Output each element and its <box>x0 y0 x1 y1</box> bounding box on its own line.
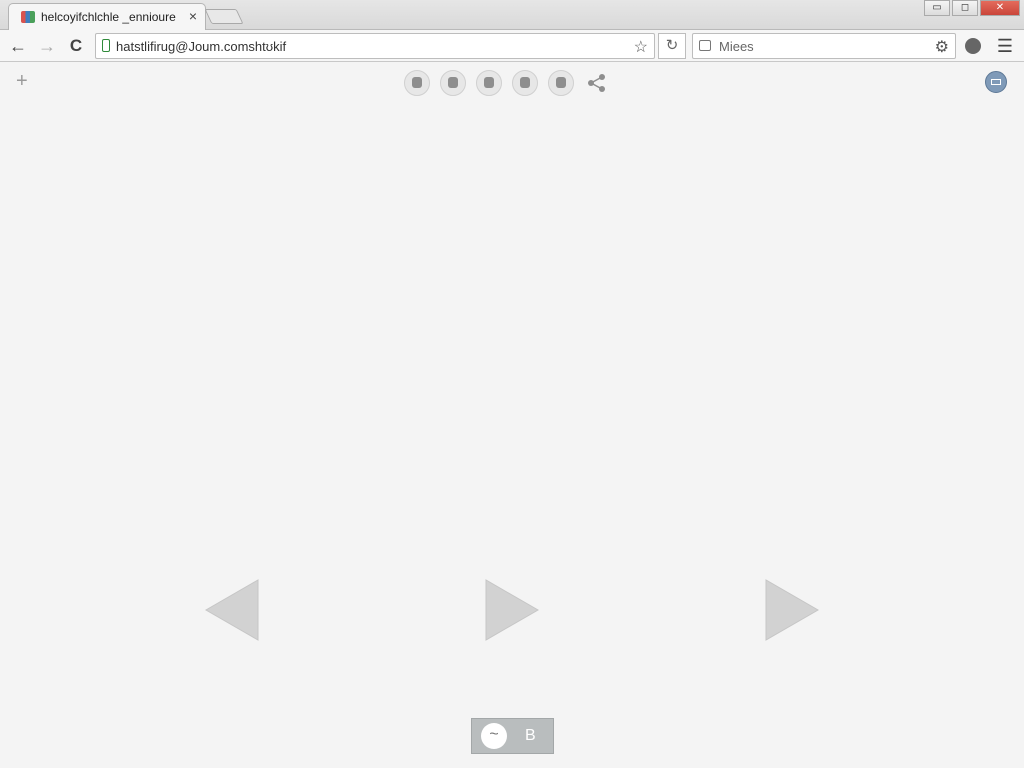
forward-button[interactable]: → <box>36 35 58 57</box>
browser-tab[interactable]: helcoyifchlchle _ennioure × <box>8 3 206 30</box>
profile-icon[interactable] <box>404 70 430 96</box>
url-text[interactable]: hatstlifirug@Joum.comshtʊkif <box>116 39 286 54</box>
wave-toggle-icon[interactable]: ~ <box>481 723 507 749</box>
badge-icon[interactable] <box>440 70 466 96</box>
tab-close-icon[interactable]: × <box>189 8 197 24</box>
new-tab-button[interactable] <box>204 9 244 24</box>
message-icon[interactable] <box>985 71 1007 93</box>
bottom-control-panel: ~ B <box>471 718 554 754</box>
social-icon-bar <box>404 70 620 96</box>
refresh-icon[interactable]: ↻ <box>658 33 686 59</box>
maximize-button[interactable]: ◻ <box>952 0 978 16</box>
close-window-button[interactable]: ✕ <box>980 0 1020 16</box>
leaf-icon[interactable] <box>512 70 538 96</box>
secure-lock-icon <box>102 39 110 52</box>
bowl-icon[interactable] <box>476 70 502 96</box>
search-placeholder[interactable]: Miees <box>719 39 754 54</box>
favicon-icon <box>21 11 35 23</box>
bottom-label[interactable]: B <box>525 727 536 745</box>
window-controls: ▭ ◻ ✕ <box>922 0 1020 16</box>
title-bar: helcoyifchlchle _ennioure × ▭ ◻ ✕ <box>0 0 1024 30</box>
play-arrow-icon[interactable] <box>484 578 540 642</box>
previous-arrow-icon[interactable] <box>204 578 260 642</box>
bookmark-star-icon[interactable]: ☆ <box>634 37 648 57</box>
menu-icon[interactable]: ☰ <box>994 35 1016 57</box>
page-content: + ~ B <box>0 62 1024 768</box>
address-bar[interactable]: hatstlifirug@Joum.comshtʊkif ☆ <box>95 33 655 59</box>
reload-button[interactable]: C <box>65 35 87 57</box>
minimize-button[interactable]: ▭ <box>924 0 950 16</box>
globe-icon[interactable] <box>548 70 574 96</box>
search-engine-icon <box>699 40 711 51</box>
gear-icon[interactable]: ⚙ <box>935 37 949 57</box>
share-icon[interactable] <box>584 70 610 96</box>
browser-toolbar: ← → C hatstlifirug@Joum.comshtʊkif ☆ ↻ M… <box>0 30 1024 62</box>
back-button[interactable]: ← <box>7 35 29 57</box>
search-box[interactable]: Miees ⚙ <box>692 33 956 59</box>
add-icon[interactable]: + <box>16 70 28 93</box>
next-arrow-icon[interactable] <box>764 578 820 642</box>
tab-title: helcoyifchlchle _ennioure <box>41 10 176 24</box>
extension-drop-icon[interactable] <box>962 35 984 57</box>
